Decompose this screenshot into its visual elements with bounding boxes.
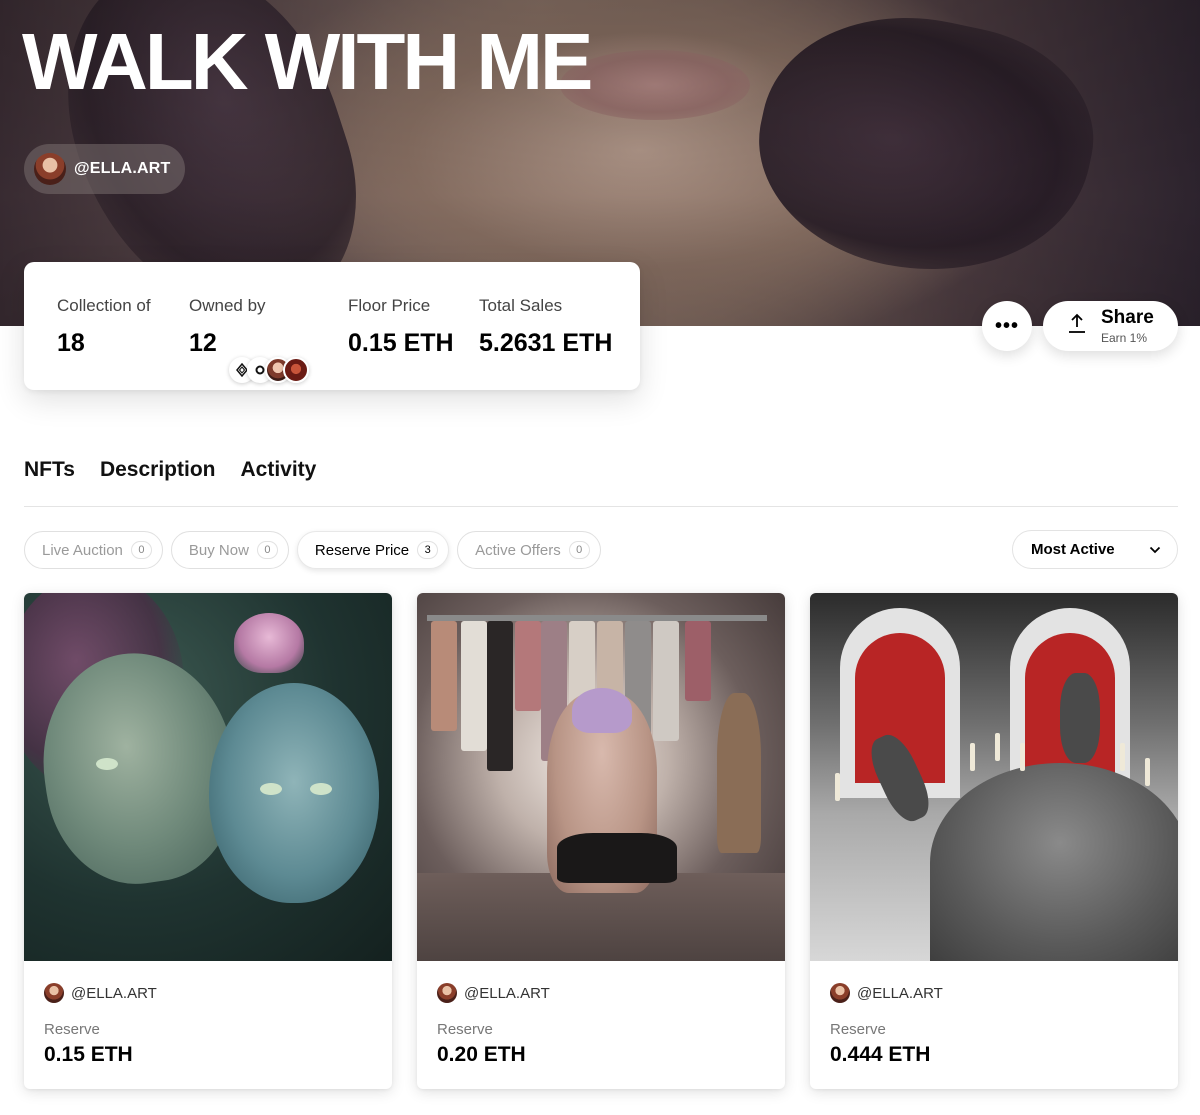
stat-floor-price: Floor Price 0.15 ETH bbox=[348, 296, 454, 358]
nft-creator-link[interactable]: @ELLA.ART bbox=[437, 983, 550, 1003]
owner-avatar bbox=[283, 357, 309, 383]
owner-avatars[interactable] bbox=[229, 357, 309, 383]
stat-label: Collection of bbox=[57, 296, 151, 315]
filter-label: Live Auction bbox=[42, 541, 123, 559]
price-label: Reserve bbox=[437, 1021, 493, 1038]
price-value: 0.444 ETH bbox=[830, 1043, 931, 1066]
creator-avatar bbox=[44, 983, 64, 1003]
filter-label: Active Offers bbox=[475, 541, 561, 559]
filter-reserve-price[interactable]: Reserve Price 3 bbox=[296, 531, 450, 569]
more-dots-icon: ••• bbox=[994, 314, 1019, 337]
stat-label: Total Sales bbox=[479, 296, 563, 315]
tab-description[interactable]: Description bbox=[100, 458, 216, 482]
creator-avatar bbox=[830, 983, 850, 1003]
filter-count-badge: 3 bbox=[417, 541, 439, 559]
price-label: Reserve bbox=[44, 1021, 100, 1038]
filter-active-offers[interactable]: Active Offers 0 bbox=[457, 531, 601, 569]
filter-buy-now[interactable]: Buy Now 0 bbox=[170, 531, 289, 569]
nft-creator-link[interactable]: @ELLA.ART bbox=[44, 983, 157, 1003]
collection-title: WALK WITH ME bbox=[22, 17, 593, 106]
artist-handle: @ELLA.ART bbox=[74, 160, 171, 177]
collection-tabs: NFTs Description Activity bbox=[24, 458, 316, 482]
share-button[interactable]: Share Earn 1% bbox=[1043, 301, 1178, 351]
filter-count-badge: 0 bbox=[568, 541, 590, 559]
nft-creator-link[interactable]: @ELLA.ART bbox=[830, 983, 943, 1003]
tab-nfts[interactable]: NFTs bbox=[24, 458, 75, 482]
chevron-down-icon bbox=[1149, 541, 1161, 559]
price-label: Reserve bbox=[830, 1021, 886, 1038]
tab-activity[interactable]: Activity bbox=[240, 458, 316, 482]
filter-live-auction[interactable]: Live Auction 0 bbox=[24, 531, 163, 569]
stat-label: Floor Price bbox=[348, 296, 431, 315]
creator-avatar bbox=[437, 983, 457, 1003]
artist-avatar bbox=[34, 153, 66, 185]
filter-chips: Live Auction 0 Buy Now 0 Reserve Price 3… bbox=[24, 531, 601, 569]
nft-artwork-image[interactable] bbox=[24, 593, 392, 961]
stat-value: 12 bbox=[189, 329, 217, 357]
price-value: 0.15 ETH bbox=[44, 1043, 133, 1066]
stat-label: Owned by bbox=[189, 296, 266, 315]
creator-handle: @ELLA.ART bbox=[857, 984, 943, 1002]
creator-handle: @ELLA.ART bbox=[71, 984, 157, 1002]
share-earn-label: Earn 1% bbox=[1101, 331, 1148, 345]
sort-dropdown[interactable]: Most Active bbox=[1012, 530, 1178, 569]
stat-value: 18 bbox=[57, 329, 85, 357]
filter-label: Buy Now bbox=[188, 541, 249, 559]
stat-value: 0.15 ETH bbox=[348, 329, 454, 357]
nft-card[interactable]: @ELLA.ART Reserve 0.444 ETH bbox=[810, 593, 1178, 1089]
filter-count-badge: 0 bbox=[130, 541, 152, 559]
filter-count-badge: 0 bbox=[256, 541, 278, 559]
more-options-button[interactable]: ••• bbox=[982, 301, 1032, 351]
nft-card[interactable]: @ELLA.ART Reserve 0.20 ETH bbox=[417, 593, 785, 1089]
sort-selected-label: Most Active bbox=[1031, 541, 1115, 558]
price-value: 0.20 ETH bbox=[437, 1043, 526, 1066]
share-label: Share bbox=[1101, 307, 1154, 328]
collection-stats-card: Collection of 18 Owned by 12 Floor Price… bbox=[24, 262, 640, 390]
filter-label: Reserve Price bbox=[314, 541, 410, 559]
stat-total-sales: Total Sales 5.2631 ETH bbox=[479, 296, 612, 358]
nft-artwork-image[interactable] bbox=[417, 593, 785, 961]
artist-link[interactable]: @ELLA.ART bbox=[24, 144, 185, 194]
stat-owners[interactable]: Owned by 12 bbox=[189, 296, 309, 383]
stat-collection-size: Collection of 18 bbox=[57, 296, 151, 358]
nft-artwork-image[interactable] bbox=[810, 593, 1178, 961]
nft-card[interactable]: @ELLA.ART Reserve 0.15 ETH bbox=[24, 593, 392, 1089]
tabs-divider bbox=[24, 506, 1178, 507]
creator-handle: @ELLA.ART bbox=[464, 984, 550, 1002]
stat-value: 5.2631 ETH bbox=[479, 329, 613, 357]
upload-share-icon bbox=[1067, 313, 1087, 340]
